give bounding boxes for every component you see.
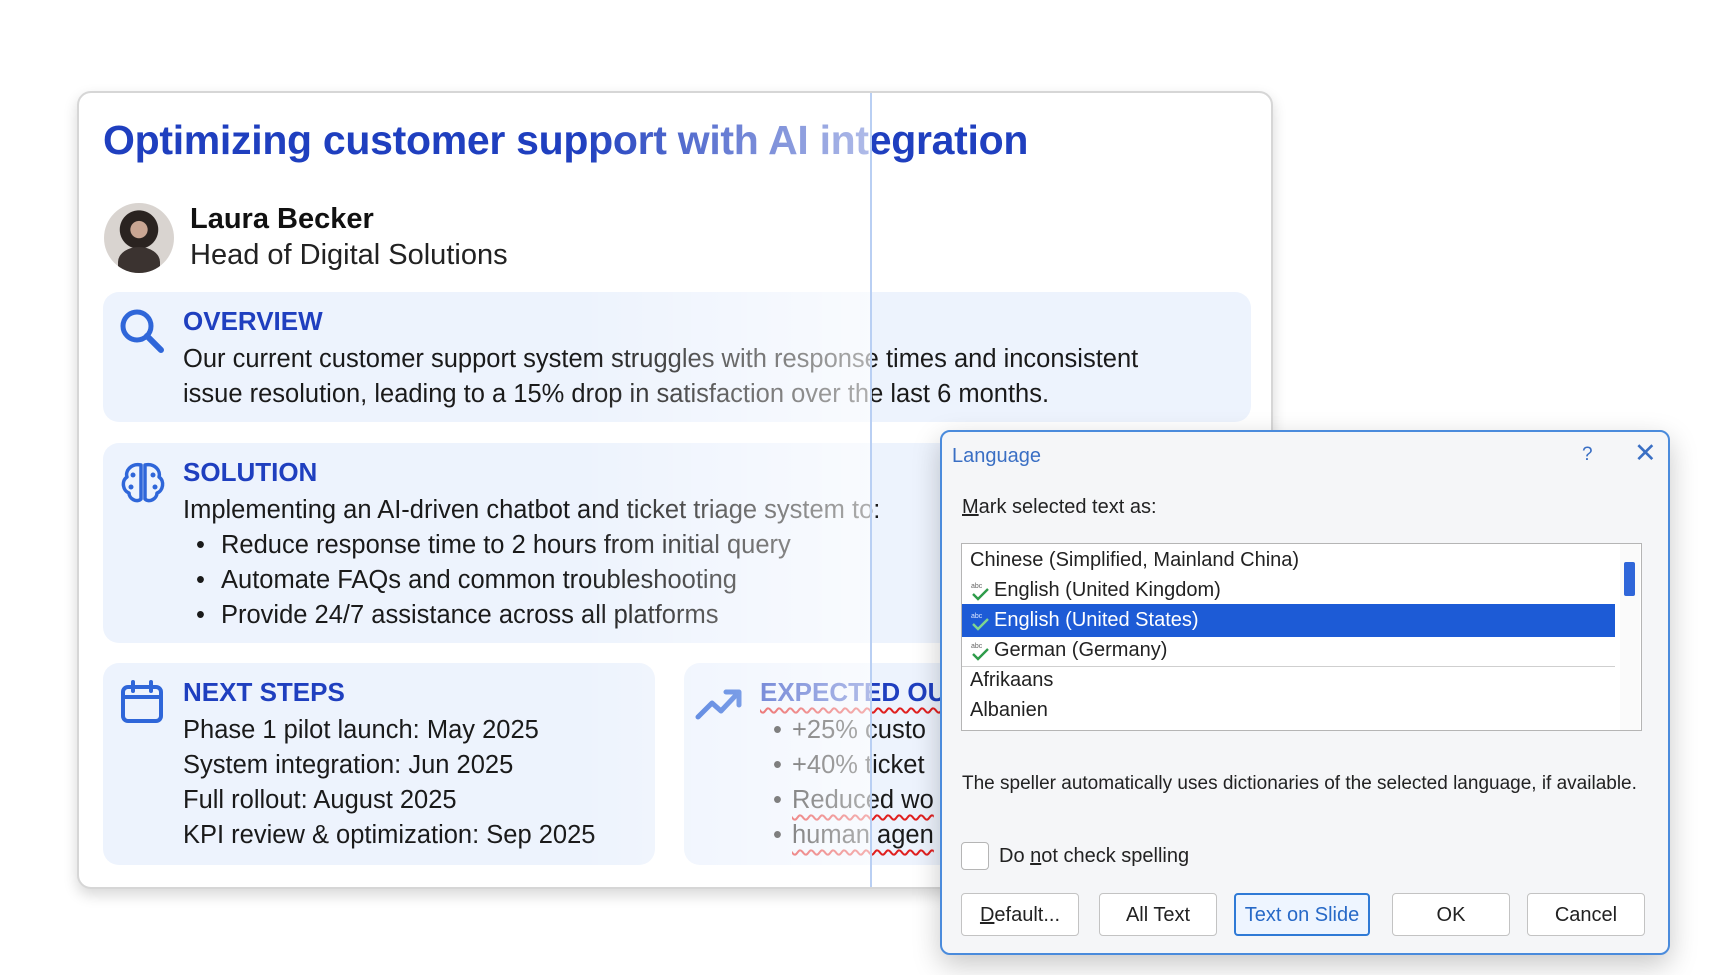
solution-list: Reduce response time to 2 hours from ini… [183, 528, 880, 633]
list-item-continuation: human agen [760, 818, 934, 853]
spellcheck-icon: abc [971, 583, 989, 601]
ok-button[interactable]: OK [1392, 893, 1510, 936]
language-name: German (Germany) [994, 639, 1168, 661]
overview-line: Our current customer support system stru… [183, 345, 1139, 373]
search-icon [120, 309, 164, 353]
next-steps-card: NEXT STEPS Phase 1 pilot launch: May 202… [103, 663, 655, 865]
button-accelerator: D [979, 903, 995, 926]
author-name[interactable]: Laura Becker [190, 203, 374, 236]
spellcheck-icon: abc [971, 613, 989, 631]
list-item: KPI review & optimization: Sep 2025 [183, 821, 596, 849]
default-button[interactable]: Default... [961, 893, 1079, 936]
expected-heading[interactable]: EXPECTED OU [760, 677, 946, 708]
language-name: Afrikaans [970, 669, 1054, 691]
label-accelerator: M [962, 496, 979, 518]
language-name: English (United Kingdom) [994, 579, 1221, 601]
author-role[interactable]: Head of Digital Solutions [190, 239, 508, 272]
dialog-title: Language [952, 445, 1041, 467]
brain-circuit-icon [121, 462, 165, 503]
spellcheck-icon: abc [971, 643, 989, 661]
overview-heading[interactable]: OVERVIEW [183, 306, 323, 337]
overview-card: OVERVIEW Our current customer support sy… [103, 292, 1251, 422]
mark-selected-label: Mark selected text as: [962, 496, 1157, 519]
do-not-check-spelling-label[interactable]: Do not check spelling [999, 845, 1189, 868]
solution-heading[interactable]: SOLUTION [183, 457, 317, 488]
language-item-english-uk[interactable]: abc English (United Kingdom) [962, 574, 1615, 607]
language-item-albanien[interactable]: Albanien [962, 694, 1615, 727]
language-name: Albanien [970, 699, 1048, 721]
svg-text:abc: abc [971, 613, 983, 620]
column-guide-line [870, 93, 872, 887]
list-item: Provide 24/7 assistance across all platf… [183, 598, 880, 633]
svg-text:abc: abc [971, 643, 983, 650]
trending-up-icon [695, 689, 742, 720]
cancel-button[interactable]: Cancel [1527, 893, 1645, 936]
overview-line: issue resolution, leading to a 15% drop … [183, 380, 1050, 408]
list-item: Reduce response time to 2 hours from ini… [183, 528, 880, 563]
list-item-text: +40% ticket [792, 751, 925, 779]
slide-title[interactable]: Optimizing customer support with AI inte… [103, 117, 1028, 164]
language-name: Chinese (Simplified, Mainland China) [970, 549, 1300, 571]
language-item-english-us[interactable]: abc English (United States) [962, 604, 1615, 637]
expected-body[interactable]: +25% custo +40% ticket Reduced wo human … [760, 713, 934, 853]
svg-text:abc: abc [971, 583, 983, 590]
solution-intro: Implementing an AI-driven chatbot and ti… [183, 496, 881, 524]
language-name: English (United States) [994, 609, 1199, 631]
language-listbox[interactable]: Chinese (Simplified, Mainland China) abc… [961, 543, 1642, 731]
language-item-german[interactable]: abc German (Germany) [962, 634, 1615, 667]
next-steps-heading[interactable]: NEXT STEPS [183, 677, 345, 708]
language-item-afrikaans[interactable]: Afrikaans [962, 664, 1615, 697]
list-item: Full rollout: August 2025 [183, 786, 457, 814]
scrollbar-thumb[interactable] [1624, 562, 1635, 596]
author-avatar [104, 203, 174, 273]
button-label: efault... [994, 903, 1061, 926]
close-icon[interactable]: ✕ [1634, 440, 1657, 467]
text-on-slide-button[interactable]: Text on Slide [1234, 893, 1370, 936]
help-button[interactable]: ? [1582, 444, 1593, 466]
all-text-button[interactable]: All Text [1099, 893, 1217, 936]
next-steps-body[interactable]: Phase 1 pilot launch: May 2025 System in… [183, 713, 595, 853]
list-item-text: human agen [792, 821, 934, 849]
label-part: ot check spelling [1041, 845, 1190, 867]
expected-list: +25% custo +40% ticket Reduced wo human … [760, 713, 934, 853]
language-item-chinese[interactable]: Chinese (Simplified, Mainland China) [962, 544, 1615, 577]
list-item: +40% ticket [760, 748, 934, 783]
do-not-check-spelling-checkbox[interactable] [961, 842, 989, 870]
list-item-text: +25% custo [792, 716, 926, 744]
speller-info-text: The speller automatically uses dictionar… [962, 773, 1637, 794]
list-item: Automate FAQs and common troubleshooting [183, 563, 880, 598]
list-item-text: Reduced wo [792, 786, 934, 814]
language-dialog: Language ? ✕ Mark selected text as: Chin… [940, 430, 1670, 955]
calendar-icon [121, 680, 163, 723]
list-item: +25% custo [760, 713, 934, 748]
title-text: Optimizing customer support with AI inte… [103, 117, 1029, 163]
list-item: Reduced wo [760, 783, 934, 818]
solution-body[interactable]: Implementing an AI-driven chatbot and ti… [183, 493, 880, 633]
label-part: Do [999, 845, 1031, 867]
label-accelerator: n [1030, 845, 1042, 867]
list-item: System integration: Jun 2025 [183, 751, 514, 779]
overview-body[interactable]: Our current customer support system stru… [183, 342, 1138, 412]
label-text: ark selected text as: [978, 496, 1157, 518]
listbox-scrollbar[interactable] [1620, 544, 1640, 730]
list-item: Phase 1 pilot launch: May 2025 [183, 716, 539, 744]
